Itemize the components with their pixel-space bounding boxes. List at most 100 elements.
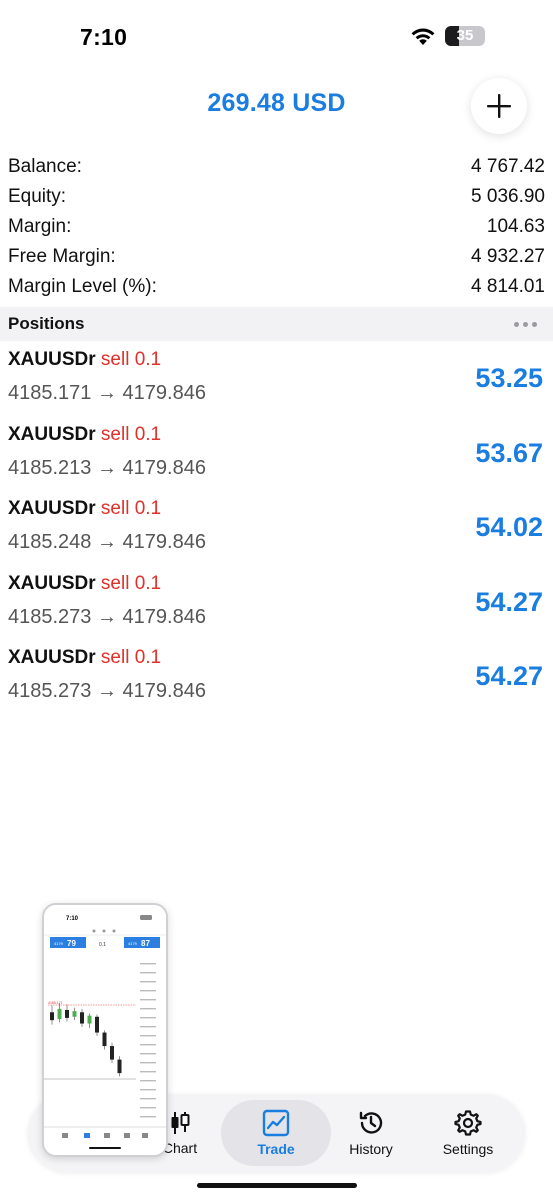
thumb-price-tick: [140, 1035, 156, 1037]
position-symbol-text: XAUUSDr: [8, 498, 96, 519]
summary-label: Balance:: [8, 156, 82, 177]
position-profit: 53.25: [475, 363, 543, 393]
position-symbol: XAUUSDr sell 0.1: [8, 424, 161, 446]
status-bar: 7:10 35: [0, 0, 553, 75]
summary-value: 104.63: [486, 216, 545, 237]
more-options-icon[interactable]: [514, 321, 537, 327]
position-row[interactable]: XAUUSDr sell 0.1 4185.273 → 4179.846 54.…: [0, 643, 553, 718]
tab-settings[interactable]: Settings: [425, 1094, 511, 1172]
thumb-price-tick: [140, 990, 156, 992]
position-row[interactable]: XAUUSDr sell 0.1 4185.213 → 4179.846 53.…: [0, 420, 553, 495]
positions-title: Positions: [8, 314, 85, 333]
gear-icon: [454, 1110, 482, 1136]
thumb-bid-big: 79: [67, 939, 76, 948]
position-prices: 4185.171 → 4179.846: [8, 382, 206, 404]
position-prices: 4185.213 → 4179.846: [8, 456, 206, 479]
position-symbol-text: XAUUSDr: [8, 572, 96, 594]
position-side: sell 0.1: [100, 423, 162, 445]
summary-label: Margin Level (%):: [8, 276, 157, 297]
thumb-candle-body: [102, 1032, 107, 1047]
position-symbol: XAUUSDr sell 0.1: [8, 573, 161, 595]
thumb-candle-body: [72, 1011, 77, 1017]
position-prices: 4185.273 → 4179.846: [8, 680, 206, 702]
screenshot-thumbnail[interactable]: 7:10 4179 79 0.1 4179 87 4185.171: [42, 903, 168, 1157]
summary-value: 4 932.27: [471, 246, 545, 267]
thumb-price-tick: [140, 1053, 156, 1055]
position-symbol-text: XAUUSDr: [8, 647, 96, 668]
summary-value: 4 814.01: [471, 276, 545, 297]
thumb-time: 7:10: [66, 916, 79, 922]
thumb-price-tick: [140, 1008, 156, 1010]
summary-row-balance: Balance: 4 767.42: [8, 152, 545, 182]
thumb-price-tick: [140, 1062, 156, 1064]
thumb-candle-body: [87, 1015, 92, 1024]
thumb-lot: 0.1: [99, 942, 106, 948]
thumb-candle-body: [80, 1012, 84, 1024]
tab-trade-label: Trade: [257, 1141, 295, 1157]
battery-icon: 35: [445, 26, 485, 46]
thumb-ask-small: 4179: [128, 941, 138, 946]
position-profit: 54.27: [475, 661, 543, 691]
new-order-button[interactable]: [471, 78, 527, 134]
position-symbol: XAUUSDr sell 0.1: [8, 498, 161, 520]
summary-row-free-margin: Free Margin: 4 932.27: [8, 242, 545, 272]
position-side: sell 0.1: [100, 498, 162, 519]
thumb-price-tick: [140, 972, 156, 974]
candlestick-icon: [171, 1112, 190, 1134]
thumb-candle-body: [117, 1059, 122, 1074]
tab-chart-label: Chart: [162, 1140, 198, 1156]
tab-settings-label: Settings: [442, 1141, 494, 1157]
thumb-candle-body: [110, 1046, 114, 1060]
position-row[interactable]: XAUUSDr sell 0.1 4185.273 → 4179.846 54.…: [0, 569, 553, 644]
positions-list: XAUUSDr sell 0.1 4185.171 → 4179.846 53.…: [0, 345, 553, 718]
position-side: sell 0.1: [100, 647, 162, 668]
thumb-candle-body: [65, 1010, 69, 1018]
thumb-price-tick: [140, 1107, 156, 1109]
position-profit: 54.02: [475, 512, 543, 542]
battery-level: 35: [456, 27, 474, 44]
thumb-price-tick: [140, 1080, 156, 1082]
position-row[interactable]: XAUUSDr sell 0.1 4185.248 → 4179.846 54.…: [0, 494, 553, 569]
history-icon: [359, 1111, 383, 1134]
position-prices: 4185.248 → 4179.846: [8, 531, 206, 553]
position-prices: 4185.273 → 4179.846: [8, 605, 206, 628]
thumb-price-tick: [140, 999, 156, 1001]
summary-value: 4 767.42: [471, 156, 545, 177]
plus-icon: [487, 94, 511, 118]
thumb-price-tick: [140, 1089, 156, 1091]
summary-row-margin: Margin: 104.63: [8, 212, 545, 242]
summary-label: Margin:: [8, 216, 72, 237]
thumbnail-image: 7:10 4179 79 0.1 4179 87 4185.171: [44, 905, 166, 1155]
thumb-price-tick: [140, 1098, 156, 1100]
thumb-bid-small: 4179: [54, 941, 64, 946]
summary-value: 5 036.90: [471, 186, 545, 207]
position-symbol-text: XAUUSDr: [8, 423, 96, 445]
tab-history-label: History: [349, 1141, 393, 1157]
position-symbol-text: XAUUSDr: [8, 349, 96, 370]
position-row[interactable]: XAUUSDr sell 0.1 4185.171 → 4179.846 53.…: [0, 345, 553, 420]
thumb-ask-big: 87: [141, 939, 150, 948]
position-profit: 53.67: [475, 437, 543, 468]
thumb-price-tick: [140, 981, 156, 983]
summary-label: Free Margin:: [8, 246, 116, 267]
summary-row-margin-level: Margin Level (%): 4 814.01: [8, 272, 545, 302]
wifi-icon: [411, 28, 435, 45]
position-side: sell 0.1: [100, 572, 162, 594]
thumb-price-tick: [140, 1044, 156, 1046]
position-side: sell 0.1: [100, 349, 162, 370]
thumb-price-tick: [140, 963, 156, 965]
position-symbol: XAUUSDr sell 0.1: [8, 349, 161, 371]
home-indicator: [197, 1183, 357, 1188]
summary-label: Equity:: [8, 186, 67, 207]
position-symbol: XAUUSDr sell 0.1: [8, 647, 161, 669]
thumb-candle-body: [57, 1008, 62, 1020]
thumb-price-tick: [140, 1026, 156, 1028]
positions-section-header: Positions: [0, 307, 553, 341]
tab-history[interactable]: History: [331, 1094, 411, 1172]
summary-row-equity: Equity: 5 036.90: [8, 182, 545, 212]
thumb-price-tick: [140, 1116, 156, 1118]
tab-trade[interactable]: Trade: [221, 1100, 331, 1166]
thumb-price-tick: [140, 1071, 156, 1073]
thumb-sell-marker: 4185.171: [48, 1001, 63, 1005]
status-time: 7:10: [80, 24, 128, 50]
